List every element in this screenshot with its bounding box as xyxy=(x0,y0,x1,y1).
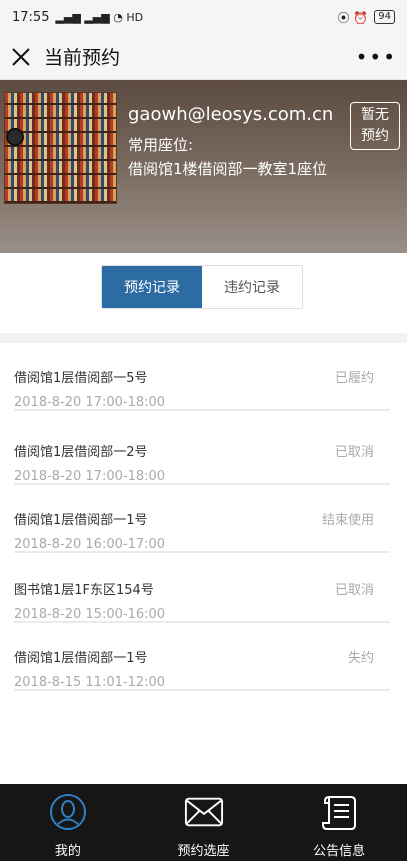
nav-item-notice[interactable]: 公告信息 xyxy=(271,784,407,861)
nav-label-notice: 公告信息 xyxy=(313,844,366,859)
nav-label-reserve: 预约选座 xyxy=(177,844,230,859)
record-time: 2018-8-20 17:00-18:00 xyxy=(14,469,166,484)
tab-violation-records[interactable]: 违约记录 xyxy=(202,266,302,308)
record-status: 已取消 xyxy=(334,445,374,460)
nav-item-mine[interactable]: 我的 xyxy=(0,784,136,861)
record-time: 2018-8-20 17:00-18:00 xyxy=(14,395,166,410)
list-item[interactable]: 借阅馆1层借阅部一1号 2018-8-15 11:01-12:00 失约 xyxy=(14,623,390,691)
user-email: gaowh@leosys.com.cn xyxy=(128,104,334,125)
status-bar: 17:55 ▂▄▆ ▂▄▆ ◔ HD ⦿ ⏰ 94 xyxy=(0,0,407,34)
tab-booking-records[interactable]: 预约记录 xyxy=(102,266,202,308)
library-thumbnail xyxy=(4,92,117,204)
no-booking-button[interactable]: 暂无 预约 xyxy=(350,102,400,150)
nav-label-mine: 我的 xyxy=(54,844,81,859)
record-location: 借阅馆1层借阅部一2号 xyxy=(14,445,148,460)
record-tabs: 预约记录 违约记录 xyxy=(101,265,303,309)
record-location: 借阅馆1层借阅部一1号 xyxy=(14,651,148,666)
record-time: 2018-8-20 16:00-17:00 xyxy=(14,537,166,552)
status-time: 17:55 xyxy=(12,9,50,25)
battery-icon: 94 xyxy=(374,10,395,24)
favorite-seat-label: 常用座位: xyxy=(128,136,194,154)
envelope-icon xyxy=(184,792,224,832)
record-location: 借阅馆1层借阅部一5号 xyxy=(14,371,148,386)
favorite-seat-value: 借阅馆1楼借阅部一教室1座位 xyxy=(128,160,328,178)
close-icon[interactable] xyxy=(10,46,32,68)
record-status: 已履约 xyxy=(334,371,374,386)
more-menu-icon[interactable]: ••• xyxy=(356,45,397,69)
page-title: 当前预约 xyxy=(44,47,121,69)
tabs-area: 预约记录 违约记录 xyxy=(0,253,407,333)
alarm-icons: ⦿ ⏰ xyxy=(337,10,369,25)
record-time: 2018-8-20 15:00-16:00 xyxy=(14,607,166,622)
bottom-nav: 我的 预约选座 公告信息 xyxy=(0,784,407,861)
record-time: 2018-8-15 11:01-12:00 xyxy=(14,675,166,690)
nav-bar: 当前预约 ••• xyxy=(0,34,407,80)
user-icon xyxy=(48,792,88,832)
list-item[interactable]: 借阅馆1层借阅部一5号 2018-8-20 17:00-18:00 已履约 xyxy=(14,343,390,411)
scroll-icon xyxy=(319,792,359,832)
record-status: 失约 xyxy=(347,651,374,666)
list-item[interactable]: 图书馆1层1F东区154号 2018-8-20 15:00-16:00 已取消 xyxy=(14,555,390,623)
profile-header: gaowh@leosys.com.cn 常用座位: 借阅馆1楼借阅部一教室1座位… xyxy=(0,80,407,253)
nav-item-reserve[interactable]: 预约选座 xyxy=(136,784,272,861)
list-item[interactable]: 借阅馆1层借阅部一1号 2018-8-20 16:00-17:00 结束使用 xyxy=(14,485,390,553)
list-item[interactable]: 借阅馆1层借阅部一2号 2018-8-20 17:00-18:00 已取消 xyxy=(14,417,390,485)
record-status: 结束使用 xyxy=(321,513,374,528)
record-location: 图书馆1层1F东区154号 xyxy=(14,583,154,598)
record-status: 已取消 xyxy=(334,583,374,598)
signal-icons: ▂▄▆ ▂▄▆ ◔ HD xyxy=(55,10,144,24)
record-location: 借阅馆1层借阅部一1号 xyxy=(14,513,148,528)
records-list: 借阅馆1层借阅部一5号 2018-8-20 17:00-18:00 已履约 借阅… xyxy=(0,343,407,784)
clock-decoration xyxy=(6,128,24,146)
